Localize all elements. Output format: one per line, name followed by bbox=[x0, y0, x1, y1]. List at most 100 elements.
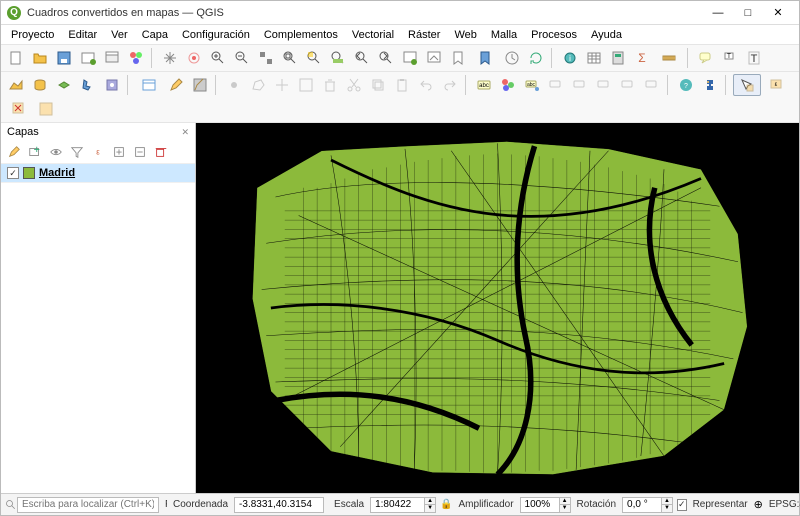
new-layout-button[interactable] bbox=[77, 47, 99, 69]
render-checkbox[interactable] bbox=[677, 499, 687, 511]
remove-layer-button[interactable] bbox=[152, 143, 170, 161]
chevron-down-icon[interactable]: ▼ bbox=[560, 505, 570, 512]
maximize-button[interactable]: □ bbox=[733, 3, 763, 23]
save-project-button[interactable] bbox=[53, 47, 75, 69]
zoom-full-button[interactable] bbox=[279, 47, 301, 69]
menu-processing[interactable]: Procesos bbox=[525, 27, 583, 43]
field-calculator-button[interactable] bbox=[607, 47, 629, 69]
menu-view[interactable]: Ver bbox=[105, 27, 134, 43]
chevron-up-icon[interactable]: ▲ bbox=[662, 498, 672, 505]
lock-scale-icon[interactable]: 🔒 bbox=[440, 499, 452, 510]
rotate-label-button[interactable] bbox=[617, 74, 639, 96]
menu-web[interactable]: Web bbox=[448, 27, 482, 43]
text-annotation-button[interactable]: T bbox=[743, 47, 765, 69]
open-project-button[interactable] bbox=[29, 47, 51, 69]
minimize-button[interactable]: — bbox=[703, 3, 733, 23]
new-bookmark-button[interactable] bbox=[447, 47, 469, 69]
show-labels-button[interactable]: abc bbox=[521, 74, 543, 96]
temporal-button[interactable] bbox=[501, 47, 523, 69]
new-vector-layer-button[interactable] bbox=[29, 74, 51, 96]
layer-item-madrid[interactable]: Madrid bbox=[1, 164, 195, 183]
locator-input[interactable] bbox=[17, 497, 159, 513]
map-canvas[interactable] bbox=[196, 123, 799, 493]
redo-button[interactable] bbox=[439, 74, 461, 96]
new-project-button[interactable] bbox=[5, 47, 27, 69]
undo-button[interactable] bbox=[415, 74, 437, 96]
expand-all-button[interactable] bbox=[110, 143, 128, 161]
bookmarks-button[interactable] bbox=[471, 47, 499, 69]
menu-edit[interactable]: Editar bbox=[62, 27, 103, 43]
select-by-expression-button[interactable] bbox=[35, 98, 57, 120]
filter-legend-button[interactable] bbox=[68, 143, 86, 161]
magnifier-spin[interactable]: ▲▼ bbox=[520, 497, 571, 513]
new-temp-layer-button[interactable] bbox=[101, 74, 123, 96]
collapse-all-button[interactable] bbox=[131, 143, 149, 161]
pan-to-selection-button[interactable] bbox=[183, 47, 205, 69]
style-manager-button[interactable] bbox=[125, 47, 147, 69]
move-label-button[interactable] bbox=[593, 74, 615, 96]
rotation-spin[interactable]: ▲▼ bbox=[622, 497, 673, 513]
crs-label[interactable]: EPSG:4258 bbox=[767, 499, 800, 510]
zoom-layer-button[interactable] bbox=[327, 47, 349, 69]
vertex-tool-button[interactable] bbox=[271, 74, 293, 96]
chevron-up-icon[interactable]: ▲ bbox=[425, 498, 435, 505]
add-group-button[interactable] bbox=[26, 143, 44, 161]
zoom-in-button[interactable] bbox=[207, 47, 229, 69]
attribute-table-button[interactable] bbox=[583, 47, 605, 69]
menu-settings[interactable]: Configuración bbox=[176, 27, 256, 43]
add-polygon-button[interactable] bbox=[247, 74, 269, 96]
maptips-button[interactable] bbox=[695, 47, 717, 69]
add-vector-layer-button[interactable] bbox=[5, 74, 27, 96]
close-button[interactable]: ✕ bbox=[763, 3, 793, 23]
scale-selector[interactable]: ▲▼ bbox=[370, 497, 436, 513]
menu-raster[interactable]: Ráster bbox=[402, 27, 446, 43]
chevron-down-icon[interactable]: ▼ bbox=[425, 505, 435, 512]
panel-close-icon[interactable]: ✕ bbox=[181, 127, 189, 138]
menu-plugins[interactable]: Complementos bbox=[258, 27, 344, 43]
menu-layer[interactable]: Capa bbox=[136, 27, 174, 43]
pin-labels-button[interactable] bbox=[545, 74, 567, 96]
chevron-up-icon[interactable]: ▲ bbox=[560, 498, 570, 505]
change-label-button[interactable] bbox=[641, 74, 663, 96]
scale-input[interactable] bbox=[370, 497, 425, 513]
toggle-editing-button[interactable] bbox=[165, 74, 187, 96]
menu-mesh[interactable]: Malla bbox=[485, 27, 523, 43]
menu-project[interactable]: Proyecto bbox=[5, 27, 60, 43]
new-shapefile-button[interactable] bbox=[77, 74, 99, 96]
new-map-view-button[interactable] bbox=[399, 47, 421, 69]
python-console-button[interactable] bbox=[699, 74, 721, 96]
diagram-button[interactable] bbox=[497, 74, 519, 96]
paste-features-button[interactable] bbox=[391, 74, 413, 96]
zoom-next-button[interactable] bbox=[375, 47, 397, 69]
show-pinned-button[interactable] bbox=[569, 74, 591, 96]
select-features-button[interactable] bbox=[733, 74, 761, 96]
menu-vector[interactable]: Vectorial bbox=[346, 27, 400, 43]
current-edits-button[interactable] bbox=[135, 74, 163, 96]
zoom-last-button[interactable] bbox=[351, 47, 373, 69]
save-edits-button[interactable] bbox=[189, 74, 211, 96]
measure-button[interactable] bbox=[655, 47, 683, 69]
pan-button[interactable] bbox=[159, 47, 181, 69]
select-by-value-button[interactable]: ε bbox=[763, 74, 791, 96]
layer-visibility-checkbox[interactable] bbox=[7, 167, 19, 179]
crs-icon[interactable]: ⊕ bbox=[754, 498, 763, 511]
cut-features-button[interactable] bbox=[343, 74, 365, 96]
zoom-out-button[interactable] bbox=[231, 47, 253, 69]
add-feature-button[interactable] bbox=[223, 74, 245, 96]
copy-features-button[interactable] bbox=[367, 74, 389, 96]
deselect-all-button[interactable] bbox=[5, 98, 33, 120]
modify-attributes-button[interactable] bbox=[295, 74, 317, 96]
annotation-button[interactable]: T bbox=[719, 47, 741, 69]
label-button[interactable]: abc bbox=[473, 74, 495, 96]
coordinate-input[interactable] bbox=[234, 497, 324, 513]
new-3d-view-button[interactable] bbox=[423, 47, 445, 69]
layer-styling-button[interactable] bbox=[5, 143, 23, 161]
refresh-button[interactable] bbox=[525, 47, 547, 69]
new-geopackage-button[interactable] bbox=[53, 74, 75, 96]
chevron-down-icon[interactable]: ▼ bbox=[662, 505, 672, 512]
legend-expression-button[interactable]: ε bbox=[89, 143, 107, 161]
plugin-1-button[interactable]: ? bbox=[675, 74, 697, 96]
rotation-input[interactable] bbox=[622, 497, 662, 513]
zoom-native-button[interactable] bbox=[255, 47, 277, 69]
magnifier-input[interactable] bbox=[520, 497, 560, 513]
